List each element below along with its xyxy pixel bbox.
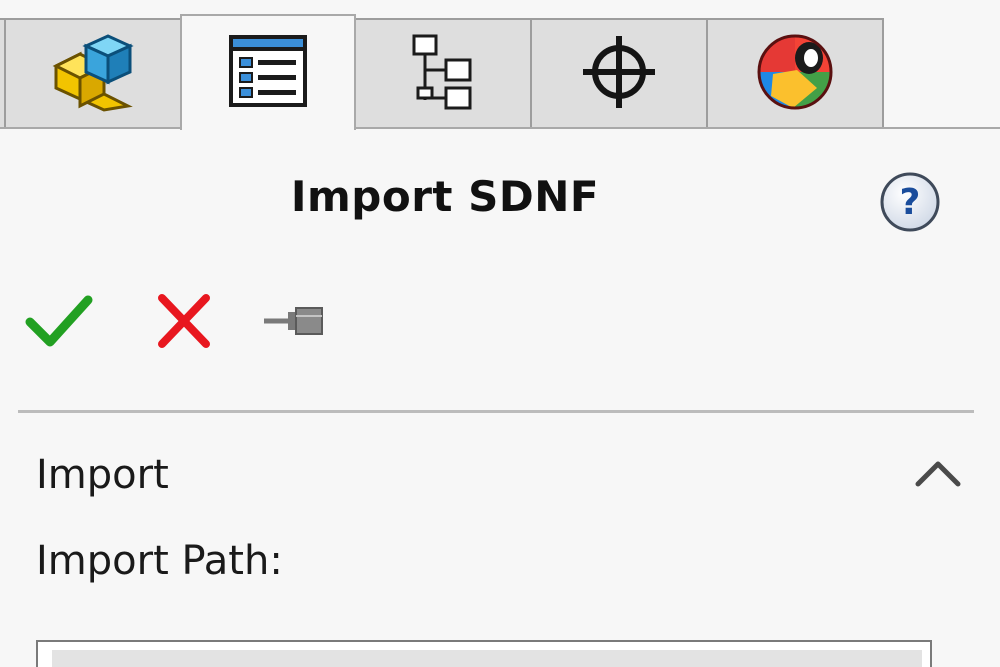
- chevron-up-icon: [915, 461, 961, 487]
- import-path-text-area: [52, 650, 922, 667]
- import-path-label: Import Path:: [36, 538, 283, 584]
- tab-feature-manager[interactable]: [4, 18, 182, 127]
- x-icon: [158, 294, 210, 348]
- property-list-icon: [228, 34, 308, 112]
- property-manager-panel: Import SDNF ? Import Import Path:: [0, 0, 1000, 667]
- section-title-import[interactable]: Import: [36, 452, 169, 498]
- header-divider: [18, 410, 974, 413]
- tab-property-manager[interactable]: [180, 14, 356, 130]
- cancel-button[interactable]: [150, 290, 220, 352]
- tab-configuration-manager[interactable]: [354, 18, 532, 127]
- tab-dimxpert-manager[interactable]: [530, 18, 708, 127]
- ok-button[interactable]: [24, 290, 94, 352]
- tab-display-manager[interactable]: [706, 18, 884, 127]
- pushpin-icon: [264, 307, 323, 335]
- tree-hierarchy-icon: [410, 32, 476, 116]
- question-mark-icon: ?: [880, 172, 940, 232]
- import-path-input[interactable]: [36, 640, 932, 667]
- checkmark-icon: [25, 295, 93, 347]
- keep-visible-pin-button[interactable]: [258, 290, 328, 352]
- crosshair-icon: [579, 32, 659, 116]
- color-sphere-icon: [753, 30, 837, 118]
- svg-text:?: ?: [900, 182, 921, 223]
- help-button[interactable]: ?: [878, 170, 942, 234]
- page-title: Import SDNF: [290, 172, 600, 221]
- tab-strip-baseline: [0, 127, 1000, 129]
- manager-tab-strip: [0, 0, 1000, 130]
- part-cube-icon: [50, 32, 136, 116]
- section-collapse-button[interactable]: [910, 452, 966, 492]
